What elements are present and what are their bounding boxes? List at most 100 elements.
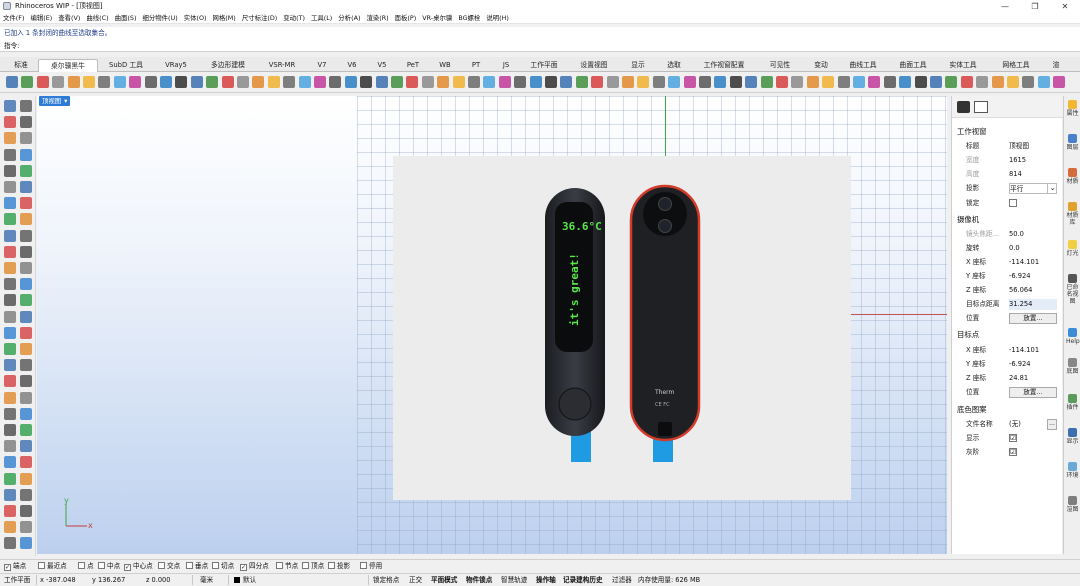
left-tool-icon[interactable]: [20, 262, 32, 274]
toolbar-command-icon[interactable]: [1037, 76, 1050, 88]
toggle-filter[interactable]: 过滤器: [612, 574, 632, 586]
left-tool-icon[interactable]: [20, 278, 32, 291]
menu-edit[interactable]: 编辑(E): [30, 13, 52, 22]
tab-select[interactable]: 选取: [658, 59, 690, 72]
osnap-12[interactable]: 停用: [360, 562, 382, 571]
toolbar-command-icon[interactable]: [344, 76, 357, 88]
toolbar-command-icon[interactable]: [206, 76, 219, 88]
toolbar-command-icon[interactable]: [6, 76, 18, 88]
left-tool-icon[interactable]: [20, 343, 32, 355]
left-tool-icon[interactable]: [4, 375, 16, 388]
osnap-10[interactable]: 顶点: [302, 562, 324, 571]
osnap-checkbox[interactable]: [276, 562, 283, 569]
toolbar-command-icon[interactable]: [52, 76, 65, 88]
menu-analyze[interactable]: 分析(A): [338, 13, 360, 22]
toolbar-command-icon[interactable]: [67, 76, 80, 88]
toggle-planar[interactable]: 平面模式: [431, 574, 457, 586]
toolbar-command-icon[interactable]: [452, 76, 465, 88]
osnap-checkbox[interactable]: [78, 562, 85, 569]
prop-height-value[interactable]: 814: [1009, 169, 1057, 180]
left-tool-icon[interactable]: [4, 424, 16, 436]
toolbar-command-icon[interactable]: [575, 76, 588, 88]
toggle-osnap[interactable]: 物件锁点: [466, 574, 492, 586]
toolbar-command-icon[interactable]: [1053, 76, 1066, 88]
prop-title-value[interactable]: 顶视图: [1009, 141, 1057, 152]
toggle-grid-snap[interactable]: 锁定格点: [373, 574, 399, 586]
prop-target-y-value[interactable]: -6.924: [1009, 359, 1057, 370]
toolbar-command-icon[interactable]: [314, 76, 326, 88]
prop-camera-z-value[interactable]: 56.064: [1009, 285, 1057, 296]
toolbar-command-icon[interactable]: [1007, 76, 1019, 88]
prop-filename-value[interactable]: (无): [1009, 419, 1045, 430]
grayscale-checkbox[interactable]: ☑: [1009, 448, 1017, 456]
osnap-9[interactable]: 节点: [276, 562, 298, 571]
toolbar-command-icon[interactable]: [190, 76, 203, 88]
osnap-7[interactable]: 切点: [212, 562, 234, 571]
toolbar-command-icon[interactable]: [421, 76, 434, 88]
left-tool-icon[interactable]: [4, 294, 16, 307]
toolbar-command-icon[interactable]: [498, 76, 511, 88]
vtab-layers[interactable]: 图层: [1066, 134, 1079, 151]
toolbar-command-icon[interactable]: [237, 76, 249, 88]
toolbar-command-icon[interactable]: [683, 76, 696, 88]
tab-pet[interactable]: PeT: [398, 59, 428, 72]
tab-v6[interactable]: V6: [338, 59, 366, 72]
close-button[interactable]: ✕: [1050, 0, 1080, 12]
left-tool-icon[interactable]: [4, 132, 16, 145]
show-checkbox[interactable]: ☑: [1009, 434, 1017, 442]
toolbar-command-icon[interactable]: [221, 76, 234, 88]
cplane-label[interactable]: 工作平面: [4, 574, 30, 586]
toolbar-command-icon[interactable]: [668, 76, 681, 88]
toggle-smarttrack[interactable]: 智慧轨迹: [501, 574, 527, 586]
osnap-4[interactable]: ✓ 中心点: [124, 562, 153, 571]
toolbar-command-icon[interactable]: [113, 76, 126, 88]
tab-custom[interactable]: 桌尔骥黑牛: [38, 59, 98, 72]
target-place-button[interactable]: 放置...: [1009, 387, 1057, 398]
tab-surface-tools[interactable]: 曲面工具: [890, 59, 936, 72]
menu-file[interactable]: 文件(F): [3, 13, 24, 22]
left-tool-icon[interactable]: [4, 343, 16, 355]
tab-render-tools[interactable]: 渲: [1046, 59, 1066, 72]
menu-dimension[interactable]: 尺寸标注(D): [242, 13, 277, 22]
osnap-checkbox[interactable]: [158, 562, 165, 569]
toolbar-command-icon[interactable]: [98, 76, 111, 88]
toolbar-command-icon[interactable]: [483, 76, 496, 88]
toolbar-command-icon[interactable]: [960, 76, 973, 88]
toolbar-command-icon[interactable]: [529, 76, 542, 88]
osnap-checkbox[interactable]: ✓: [124, 564, 131, 571]
menu-bg[interactable]: BG螺栓: [458, 13, 480, 22]
menu-solid[interactable]: 实体(O): [184, 13, 207, 22]
toolbar-command-icon[interactable]: [991, 76, 1004, 88]
osnap-checkbox[interactable]: [38, 562, 45, 569]
prop-camera-y-value[interactable]: -6.924: [1009, 271, 1057, 282]
toolbar-command-icon[interactable]: [36, 76, 49, 88]
tab-standard[interactable]: 标准: [6, 59, 36, 72]
toolbar-command-icon[interactable]: [252, 76, 265, 88]
toolbar-command-icon[interactable]: [622, 76, 634, 88]
left-tool-icon[interactable]: [4, 521, 16, 534]
toolbar-command-icon[interactable]: [745, 76, 758, 88]
left-tool-icon[interactable]: [20, 488, 32, 501]
menu-view[interactable]: 查看(V): [58, 13, 80, 22]
left-tool-icon[interactable]: [20, 424, 32, 436]
toolbar-command-icon[interactable]: [545, 76, 557, 88]
menu-render[interactable]: 渲染(R): [366, 13, 388, 22]
toolbar-command-icon[interactable]: [360, 76, 373, 88]
toolbar-command-icon[interactable]: [437, 76, 450, 88]
vtab-properties[interactable]: 属性: [1066, 100, 1079, 117]
toolbar-command-icon[interactable]: [406, 76, 419, 88]
menu-vr[interactable]: VR-桌尔骥: [422, 13, 452, 22]
osnap-0[interactable]: ✓ 端点: [4, 562, 26, 571]
toolbar-command-icon[interactable]: [591, 76, 604, 88]
vtab-plugins[interactable]: 插件: [1066, 394, 1079, 411]
left-tool-icon[interactable]: [20, 100, 32, 112]
left-tool-icon[interactable]: [20, 148, 32, 161]
toggle-gumball[interactable]: 操作轴: [536, 574, 556, 586]
left-tool-icon[interactable]: [4, 310, 16, 323]
camera-icon[interactable]: [957, 101, 970, 113]
toolbar-command-icon[interactable]: [375, 76, 388, 88]
tab-visibility[interactable]: 可见性: [758, 59, 802, 72]
menu-surface[interactable]: 曲面(S): [115, 13, 137, 22]
top-viewport[interactable]: 36.6°C it's great! Therm CE FC 顶视图 ▾ x y: [37, 96, 947, 554]
left-tool-icon[interactable]: [4, 488, 16, 501]
